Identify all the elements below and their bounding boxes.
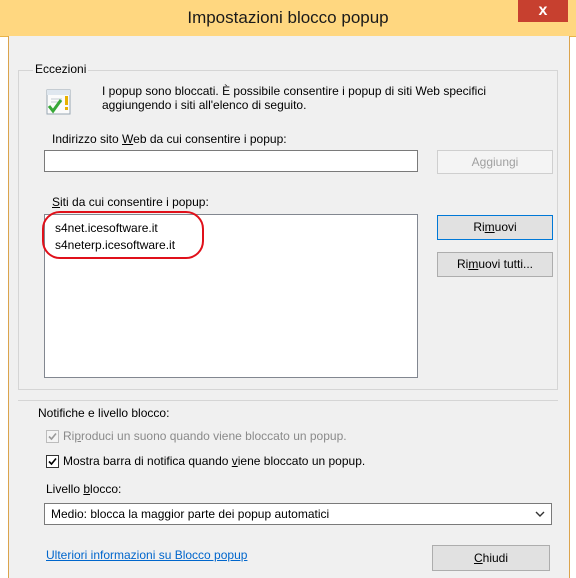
window-title: Impostazioni blocco popup [187,8,389,27]
close-icon: x [538,2,548,19]
notification-bar-checkbox[interactable] [46,455,59,468]
block-level-label: Livello blocco: [46,482,122,496]
block-level-select[interactable]: Medio: blocca la maggior parte dei popup… [44,503,552,525]
chevron-down-icon [535,511,545,517]
intro-line-1: I popup sono bloccati. È possibile conse… [102,84,486,98]
intro-text: I popup sono bloccati. È possibile conse… [102,84,542,112]
checkmark-icon [48,432,57,441]
close-window-button[interactable]: x [518,0,568,22]
remove-all-button[interactable]: Rimuovi tutti... [437,252,553,277]
notifications-group-label: Notifiche e livello blocco: [36,406,172,420]
more-info-link[interactable]: Ulteriori informazioni su Blocco popup [46,548,247,562]
address-label: Indirizzo sito Web da cui consentire i p… [52,132,287,146]
notification-bar-label: Mostra barra di notifica quando viene bl… [63,454,366,468]
checkmark-icon [48,457,57,466]
highlight-annotation [42,211,204,259]
sound-checkbox[interactable] [46,430,59,443]
block-level-value: Medio: blocca la maggior parte dei popup… [51,507,330,521]
sites-list-label: Siti da cui consentire i popup: [52,195,209,209]
exceptions-group-label: Eccezioni [33,62,89,76]
sound-checkbox-label: Riproduci un suono quando viene bloccato… [63,429,347,443]
info-check-icon [46,89,71,115]
remove-button[interactable]: Rimuovi [437,215,553,240]
address-input[interactable] [44,150,418,172]
intro-line-2: aggiungendo i siti all'elenco di seguito… [102,98,307,112]
title-bar: Impostazioni blocco popup x [0,0,576,37]
add-button[interactable]: Aggiungi [437,150,553,174]
close-button[interactable]: Chiudi [432,545,550,571]
section-divider [18,400,558,401]
